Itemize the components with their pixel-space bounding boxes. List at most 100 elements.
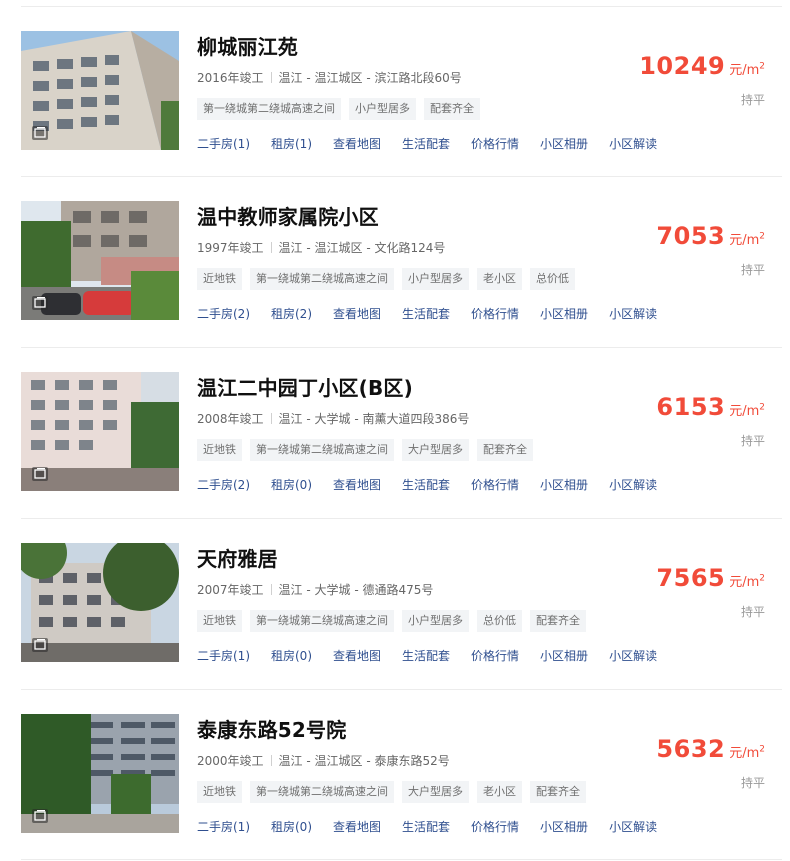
link-amenities[interactable]: 生活配套 [402,647,450,664]
price-trend: 持平 [740,93,765,107]
price: 5632 元/m2 [656,735,765,763]
action-links: 二手房(1) 租房(0) 查看地图 生活配套 价格行情 小区相册 小区解读 [197,647,678,664]
tag-list: 近地铁 第一绕城第二绕城高速之间 大户型居多 配套齐全 [197,439,533,461]
link-analysis[interactable]: 小区解读 [609,305,657,322]
community-photo[interactable] [21,31,179,150]
community-address: 温江 - 大学城 - 德通路475号 [278,583,434,597]
tag: 近地铁 [197,439,242,461]
community-photo[interactable] [21,201,179,320]
link-map[interactable]: 查看地图 [333,305,381,322]
link-rent[interactable]: 租房(0) [271,476,312,493]
tag-list: 近地铁 第一绕城第二绕城高速之间 小户型居多 老小区 总价低 [197,268,575,290]
community-address: 温江 - 温江城区 - 文化路124号 [278,241,446,255]
link-rent[interactable]: 租房(1) [271,135,312,152]
tag: 总价低 [530,268,575,290]
price-unit: 元/m2 [729,61,765,78]
community-meta: 2007年竣工 温江 - 大学城 - 德通路475号 [197,581,433,598]
tag: 近地铁 [197,268,242,290]
price-unit: 元/m2 [729,231,765,248]
community-photo[interactable] [21,714,179,833]
link-price-trend[interactable]: 价格行情 [471,135,519,152]
link-amenities[interactable]: 生活配套 [402,818,450,835]
link-album[interactable]: 小区相册 [540,647,588,664]
tag: 大户型居多 [402,781,469,803]
link-amenities[interactable]: 生活配套 [402,135,450,152]
build-year: 2000年竣工 [197,754,264,768]
community-address: 温江 - 温江城区 - 滨江路北段60号 [278,71,462,85]
link-map[interactable]: 查看地图 [333,135,381,152]
community-address: 温江 - 大学城 - 南薰大道四段386号 [278,412,470,426]
community-address: 温江 - 温江城区 - 泰康东路52号 [278,754,450,768]
link-amenities[interactable]: 生活配套 [402,305,450,322]
community-name[interactable]: 温中教师家属院小区 [197,201,379,230]
tag: 配套齐全 [530,781,586,803]
price-unit: 元/m2 [729,744,765,761]
link-map[interactable]: 查看地图 [333,647,381,664]
tag: 配套齐全 [477,439,533,461]
action-links: 二手房(1) 租房(1) 查看地图 生活配套 价格行情 小区相册 小区解读 [197,135,678,152]
action-links: 二手房(1) 租房(0) 查看地图 生活配套 价格行情 小区相册 小区解读 [197,818,678,835]
community-name[interactable]: 泰康东路52号院 [197,714,346,743]
album-icon [32,467,48,481]
link-price-trend[interactable]: 价格行情 [471,305,519,322]
community-name[interactable]: 柳城丽江苑 [197,31,298,60]
community-photo[interactable] [21,543,179,662]
link-amenities[interactable]: 生活配套 [402,476,450,493]
action-links: 二手房(2) 租房(2) 查看地图 生活配套 价格行情 小区相册 小区解读 [197,305,678,322]
price-value: 7565 [656,564,726,592]
link-album[interactable]: 小区相册 [540,818,588,835]
list-item[interactable]: 泰康东路52号院 2000年竣工 温江 - 温江城区 - 泰康东路52号 近地铁 … [0,690,790,861]
link-rent[interactable]: 租房(0) [271,647,312,664]
tag: 配套齐全 [530,610,586,632]
link-second-hand[interactable]: 二手房(2) [197,476,250,493]
tag: 近地铁 [197,781,242,803]
tag: 小户型居多 [402,610,469,632]
link-second-hand[interactable]: 二手房(1) [197,647,250,664]
price-value: 7053 [656,222,726,250]
tag: 总价低 [477,610,522,632]
link-rent[interactable]: 租房(0) [271,818,312,835]
link-analysis[interactable]: 小区解读 [609,135,657,152]
community-meta: 1997年竣工 温江 - 温江城区 - 文化路124号 [197,239,445,256]
tag: 第一绕城第二绕城高速之间 [250,268,394,290]
link-price-trend[interactable]: 价格行情 [471,818,519,835]
tag: 第一绕城第二绕城高速之间 [197,98,341,120]
link-price-trend[interactable]: 价格行情 [471,647,519,664]
community-photo[interactable] [21,372,179,491]
album-icon [32,809,48,823]
community-meta: 2008年竣工 温江 - 大学城 - 南薰大道四段386号 [197,410,469,427]
link-album[interactable]: 小区相册 [540,135,588,152]
tag: 近地铁 [197,610,242,632]
price: 7565 元/m2 [656,564,765,592]
link-second-hand[interactable]: 二手房(1) [197,135,250,152]
list-item[interactable]: 温江二中园丁小区(B区) 2008年竣工 温江 - 大学城 - 南薰大道四段386… [0,348,790,519]
link-album[interactable]: 小区相册 [540,305,588,322]
link-second-hand[interactable]: 二手房(2) [197,305,250,322]
price-value: 6153 [656,393,726,421]
community-meta: 2000年竣工 温江 - 温江城区 - 泰康东路52号 [197,752,450,769]
community-name[interactable]: 天府雅居 [197,543,278,572]
tag: 老小区 [477,781,522,803]
link-map[interactable]: 查看地图 [333,818,381,835]
community-meta: 2016年竣工 温江 - 温江城区 - 滨江路北段60号 [197,69,462,86]
list-item[interactable]: 温中教师家属院小区 1997年竣工 温江 - 温江城区 - 文化路124号 近地铁… [0,177,790,348]
tag-list: 近地铁 第一绕城第二绕城高速之间 大户型居多 老小区 配套齐全 [197,781,586,803]
price-trend: 持平 [740,263,765,277]
price-value: 5632 [656,735,726,763]
price: 7053 元/m2 [656,222,765,250]
list-item[interactable]: 柳城丽江苑 2016年竣工 温江 - 温江城区 - 滨江路北段60号 第一绕城第二… [0,7,790,178]
list-item[interactable]: 天府雅居 2007年竣工 温江 - 大学城 - 德通路475号 近地铁 第一绕城第… [0,519,790,690]
community-name[interactable]: 温江二中园丁小区(B区) [197,372,413,401]
link-price-trend[interactable]: 价格行情 [471,476,519,493]
link-analysis[interactable]: 小区解读 [609,818,657,835]
link-album[interactable]: 小区相册 [540,476,588,493]
tag: 第一绕城第二绕城高速之间 [250,781,394,803]
link-rent[interactable]: 租房(2) [271,305,312,322]
tag: 小户型居多 [349,98,416,120]
link-analysis[interactable]: 小区解读 [609,647,657,664]
link-map[interactable]: 查看地图 [333,476,381,493]
link-analysis[interactable]: 小区解读 [609,476,657,493]
link-second-hand[interactable]: 二手房(1) [197,818,250,835]
price-trend: 持平 [740,434,765,448]
build-year: 2007年竣工 [197,583,264,597]
